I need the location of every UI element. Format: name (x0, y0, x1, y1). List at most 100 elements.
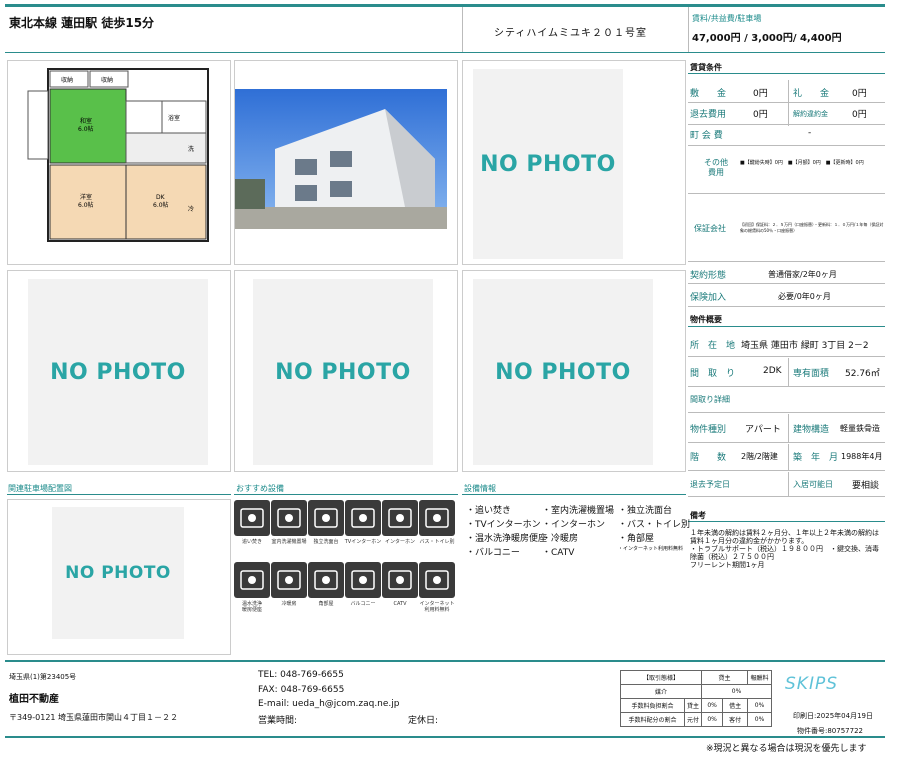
svg-text:6.0帖: 6.0帖 (78, 201, 94, 209)
photo-cell-5[interactable]: NO PHOTO (234, 270, 458, 472)
fee-header-right: 貸主 (701, 670, 749, 685)
other-fee-value: ■【鍵紛失時】0円 ■【月額】0円 ■【更新時】0円 (740, 160, 864, 166)
facility-item: ・TVインターホン (466, 520, 541, 530)
photo-cell-3[interactable]: NO PHOTO (462, 60, 686, 265)
parking-map-title: 関連駐車場配置図 (8, 484, 72, 493)
kaiyaku-value: 0円 (852, 110, 867, 120)
cond-row-line (688, 124, 885, 125)
ov-row-line (688, 470, 885, 471)
guarantor-label: 保証会社 (694, 224, 726, 233)
holiday-label: 定休日: (408, 716, 439, 726)
fee-row2-av: 0% (701, 698, 724, 713)
shikikin-label: 敷 金 (690, 89, 727, 99)
ov-col-divider (788, 444, 789, 470)
hours-label: 営業時間: (258, 716, 298, 726)
facility-item: ・インターホン (542, 520, 606, 530)
kaiyaku-label: 解約違約金 (793, 110, 828, 118)
svg-text:6.0帖: 6.0帖 (78, 125, 94, 133)
ov-row-line (688, 496, 885, 497)
rent-label: 賃料/共益費/駐車場 (692, 14, 762, 23)
fee-row1-value: 0% (701, 684, 773, 699)
moveout-label: 退去予定日 (690, 480, 730, 489)
company-name: 植田不動産 (9, 694, 59, 705)
nophoto-placeholder: NO PHOTO (473, 69, 623, 259)
cond-col-divider (788, 80, 789, 126)
contract-label: 契約形態 (690, 271, 727, 281)
corner-room-icon (308, 562, 344, 598)
icon-caption: バス・トイレ別 (419, 539, 455, 545)
nophoto-placeholder: NO PHOTO (52, 507, 184, 639)
layout-detail-label: 間取り詳細 (690, 395, 730, 404)
svg-text:6.0帖: 6.0帖 (153, 201, 169, 209)
svg-text:DK: DK (156, 194, 166, 201)
cond-row-line (688, 193, 885, 194)
disclaimer: ※現況と異なる場合は現況を優先します (706, 744, 867, 754)
icon-caption: インターネット 利用料無料 (419, 601, 455, 613)
intercom-icon (382, 500, 418, 536)
address-label: 所 在 地 (690, 341, 736, 351)
recommended-icons: 追い焚き 室内洗濯機置場 独立洗面台 TVインターホン インターホン バス・トイレ別 温水洗… (232, 500, 460, 620)
area-label: 専有面積 (793, 369, 830, 379)
structure-label: 建物構造 (793, 425, 830, 435)
tv-intercom-icon (345, 500, 381, 536)
fee-row2-b: 借主 (722, 698, 749, 713)
svg-text:冷: 冷 (188, 205, 194, 213)
building-photo-cell[interactable] (234, 60, 458, 265)
facility-item: ・追い焚き (466, 506, 512, 516)
washlet-icon (234, 562, 270, 598)
footer-top-border (5, 660, 885, 662)
cond-row-line (688, 306, 885, 307)
area-value: 52.76㎡ (845, 369, 880, 379)
facility-item: ・インターネット利用料無料 (618, 546, 684, 552)
tel[interactable]: TEL: 048-769-6655 (258, 670, 344, 680)
movein-value: 要相談 (852, 481, 880, 491)
facility-item: ・バス・トイレ別 (618, 520, 691, 530)
rent-value: 47,000円 / 3,000円/ 4,400円 (692, 33, 842, 44)
fee-table: 【取引態様】 貸主 報酬料 媒介 0% 手数料負担割合 貸主 0% 借主 0% … (619, 670, 773, 727)
facilities-title: 設備情報 (464, 484, 496, 493)
brand-logo: SKIPS (785, 674, 838, 694)
header-divider (462, 7, 463, 53)
fee-right: 報酬料 (747, 670, 773, 685)
parking-map-cell[interactable]: NO PHOTO (7, 499, 231, 655)
cond-row-line (688, 261, 885, 262)
facility-item: ・バルコニー (466, 548, 520, 558)
photo-cell-4[interactable]: NO PHOTO (7, 270, 231, 472)
header-bottom-border (5, 52, 885, 53)
remarks-text: １年未満の解約は賃料２ヶ月分、１年以上２年未満の解約は賃料１ヶ月分の違約金がかか… (690, 529, 879, 569)
fee-row3-bv: 0% (747, 712, 773, 727)
fee-row1-label: 媒介 (619, 684, 703, 699)
ov-row-line (688, 386, 885, 387)
shikikin-row: 敷 金 (690, 86, 726, 99)
washer-space-icon (271, 500, 307, 536)
line-station: 東北本線 蓮田駅 徒歩15分 (9, 16, 155, 30)
nophoto-placeholder: NO PHOTO (28, 279, 208, 465)
reikin-label: 礼 金 (793, 89, 830, 99)
other-fee-label: その他 費用 (704, 158, 728, 177)
facility-item: ・CATV (542, 548, 575, 558)
floor-value: 2階/2階建 (741, 452, 778, 461)
license-no: 埼玉県(1)第23405号 (9, 673, 77, 681)
print-date: 印刷日:2025年04月19日 (793, 712, 873, 720)
photo-cell-6[interactable]: NO PHOTO (462, 270, 686, 472)
ov-row-line (688, 442, 885, 443)
email[interactable]: E-mail: ueda_h@jcom.zaq.ne.jp (258, 699, 400, 709)
cond-row-line (688, 102, 885, 103)
floorplan-image: 収納 収納 和室 6.0帖 浴室 洗 洋室 6.0帖 DK 6.0帖 冷 (27, 68, 209, 242)
fee-row2-label: 手数料負担割合 (620, 698, 685, 713)
vanity-icon (308, 500, 344, 536)
svg-text:洗: 洗 (188, 145, 194, 153)
balcony-icon (345, 562, 381, 598)
address-value: 埼玉県 蓮田市 緑町 3丁目 2－2 (741, 341, 869, 351)
facility-item: ・角部屋 (618, 534, 655, 544)
facility-item: ・独立洗面台 (618, 506, 673, 516)
fee-row3-b: 客付 (722, 712, 749, 727)
guarantor-value: 【初回】保証料：２．５万円（口座振替）・更新料：１．０万円/１年毎（保証対象の総… (740, 222, 884, 233)
ov-row-line (688, 356, 885, 357)
recommended-title: おすすめ設備 (236, 484, 284, 493)
chokai-value: - (808, 128, 812, 138)
fee-row3-a: 元付 (683, 712, 703, 727)
insurance-value: 必要/0年0ヶ月 (778, 292, 831, 301)
floorplan-cell[interactable]: 収納 収納 和室 6.0帖 浴室 洗 洋室 6.0帖 DK 6.0帖 冷 (7, 60, 231, 265)
parking-divider (7, 494, 231, 495)
